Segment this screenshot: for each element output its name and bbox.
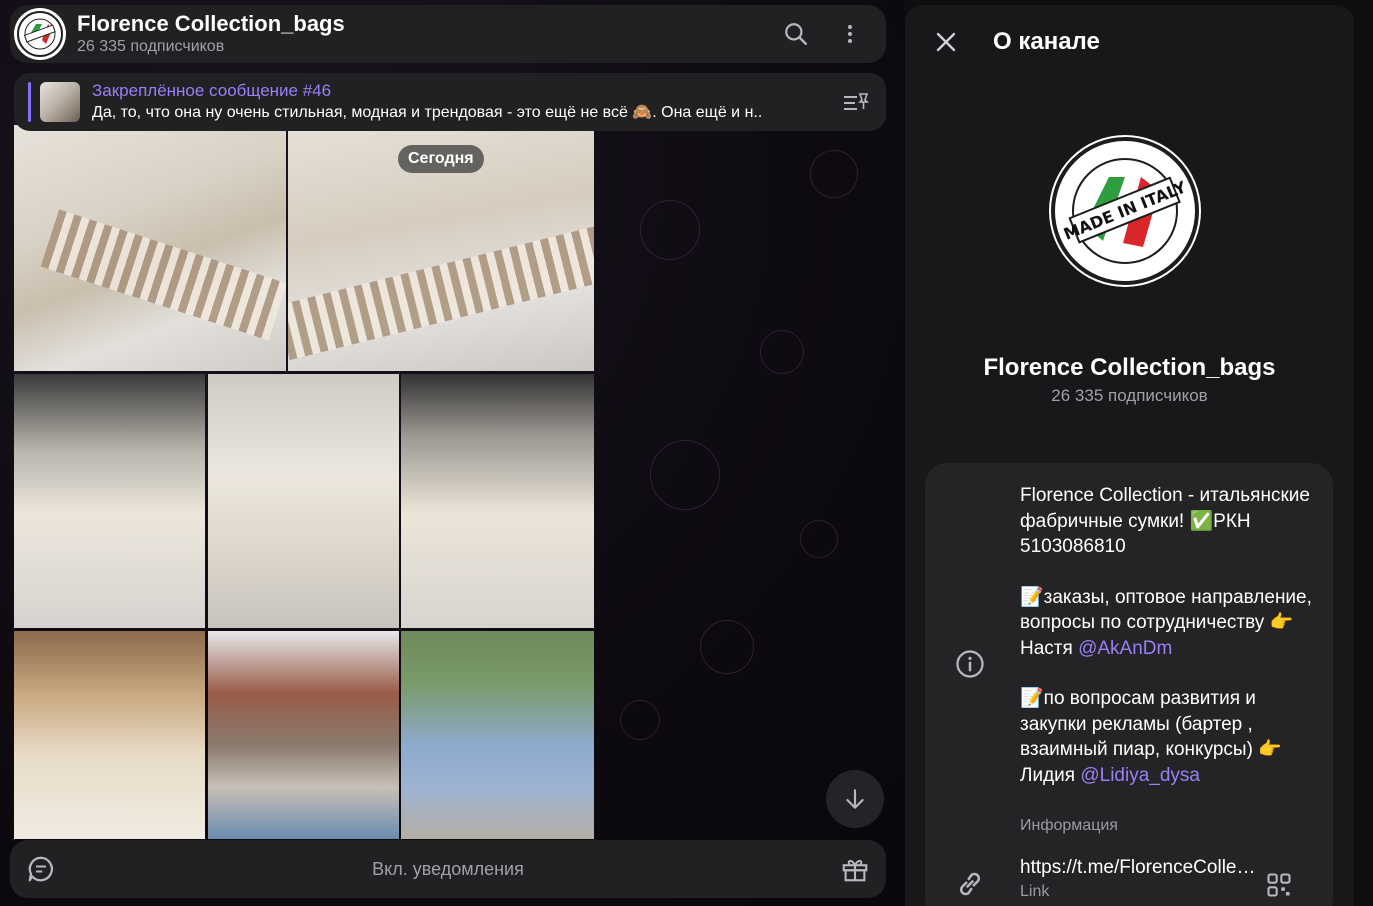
description-paragraph-3: 📝по вопросам развития и закупки рекламы … <box>1020 686 1320 788</box>
pinned-list-icon <box>844 93 869 110</box>
description-paragraph-1: Florence Collection - итальянские фабрич… <box>1020 485 1310 557</box>
info-icon <box>956 650 984 678</box>
gift-button[interactable] <box>838 852 872 886</box>
more-menu-button[interactable] <box>830 14 870 54</box>
link-icon <box>959 872 981 896</box>
made-in-italy-logo <box>17 11 63 57</box>
more-vertical-icon <box>848 25 852 43</box>
info-card: Florence Collection - итальянские фабрич… <box>925 463 1333 906</box>
gift-icon <box>842 859 868 882</box>
description-paragraph-2: 📝заказы, оптовое направление, вопросы по… <box>1020 585 1320 662</box>
chat-header[interactable]: Florence Collection_bags 26 335 подписчи… <box>10 5 886 63</box>
channel-avatar-large[interactable]: MADE IN ITALY <box>1049 135 1201 287</box>
channel-link[interactable]: https://t.me/FlorenceCollection_bags <box>1020 857 1260 879</box>
comments-button[interactable] <box>24 852 58 886</box>
contact-link-lidiya[interactable]: @Lidiya_dysa <box>1080 765 1200 786</box>
bag-photo-1[interactable] <box>14 125 286 371</box>
chat-bubble-icon <box>28 856 53 882</box>
model-photo-2[interactable] <box>208 631 399 839</box>
qr-code-icon <box>1267 873 1291 897</box>
info-panel-title: О канале <box>993 28 1100 55</box>
channel-title: Florence Collection_bags <box>77 11 345 36</box>
info-panel-header: О канале <box>905 5 1354 79</box>
contact-link-akandm[interactable]: @AkAnDm <box>1078 638 1172 659</box>
model-photo-1[interactable] <box>14 631 205 839</box>
qr-code-button[interactable] <box>1265 871 1293 899</box>
close-icon <box>936 32 956 52</box>
info-channel-name: Florence Collection_bags <box>983 354 1276 381</box>
pinned-list-button[interactable] <box>840 86 872 118</box>
search-button[interactable] <box>776 14 816 54</box>
pinned-thumbnail <box>40 82 80 122</box>
channel-avatar[interactable] <box>14 8 66 60</box>
pinned-title: Закреплённое сообщение #46 <box>92 81 332 100</box>
bag-photo-4[interactable] <box>208 374 399 628</box>
link-label: Link <box>1020 883 1050 900</box>
info-label: Информация <box>1020 817 1118 834</box>
search-icon <box>785 23 807 45</box>
bag-photo-3[interactable] <box>14 374 205 628</box>
made-in-italy-logo-large: MADE IN ITALY <box>1051 137 1199 285</box>
pinned-text: Да, то, что она ну очень стильная, модна… <box>92 104 763 121</box>
date-pill: Сегодня <box>398 145 484 173</box>
info-subscriber-count: 26 335 подписчиков <box>1051 386 1208 405</box>
pinned-message-bar[interactable]: Закреплённое сообщение #46 Да, то, что о… <box>14 73 886 131</box>
bottom-bar: Вкл. уведомления <box>10 840 886 898</box>
close-panel-button[interactable] <box>931 27 961 57</box>
subscriber-count: 26 335 подписчиков <box>77 38 225 55</box>
channel-info-panel: О канале MADE IN ITALY Florence Collecti… <box>905 5 1354 906</box>
unmute-button[interactable]: Вкл. уведомления <box>58 859 838 880</box>
scroll-to-bottom-button[interactable] <box>826 770 884 828</box>
bag-photo-5[interactable] <box>401 374 594 628</box>
model-photo-3[interactable] <box>401 631 594 839</box>
arrow-down-icon <box>846 789 864 809</box>
channel-description: Florence Collection - итальянские фабрич… <box>1020 483 1320 813</box>
pinned-indicator <box>28 82 31 122</box>
